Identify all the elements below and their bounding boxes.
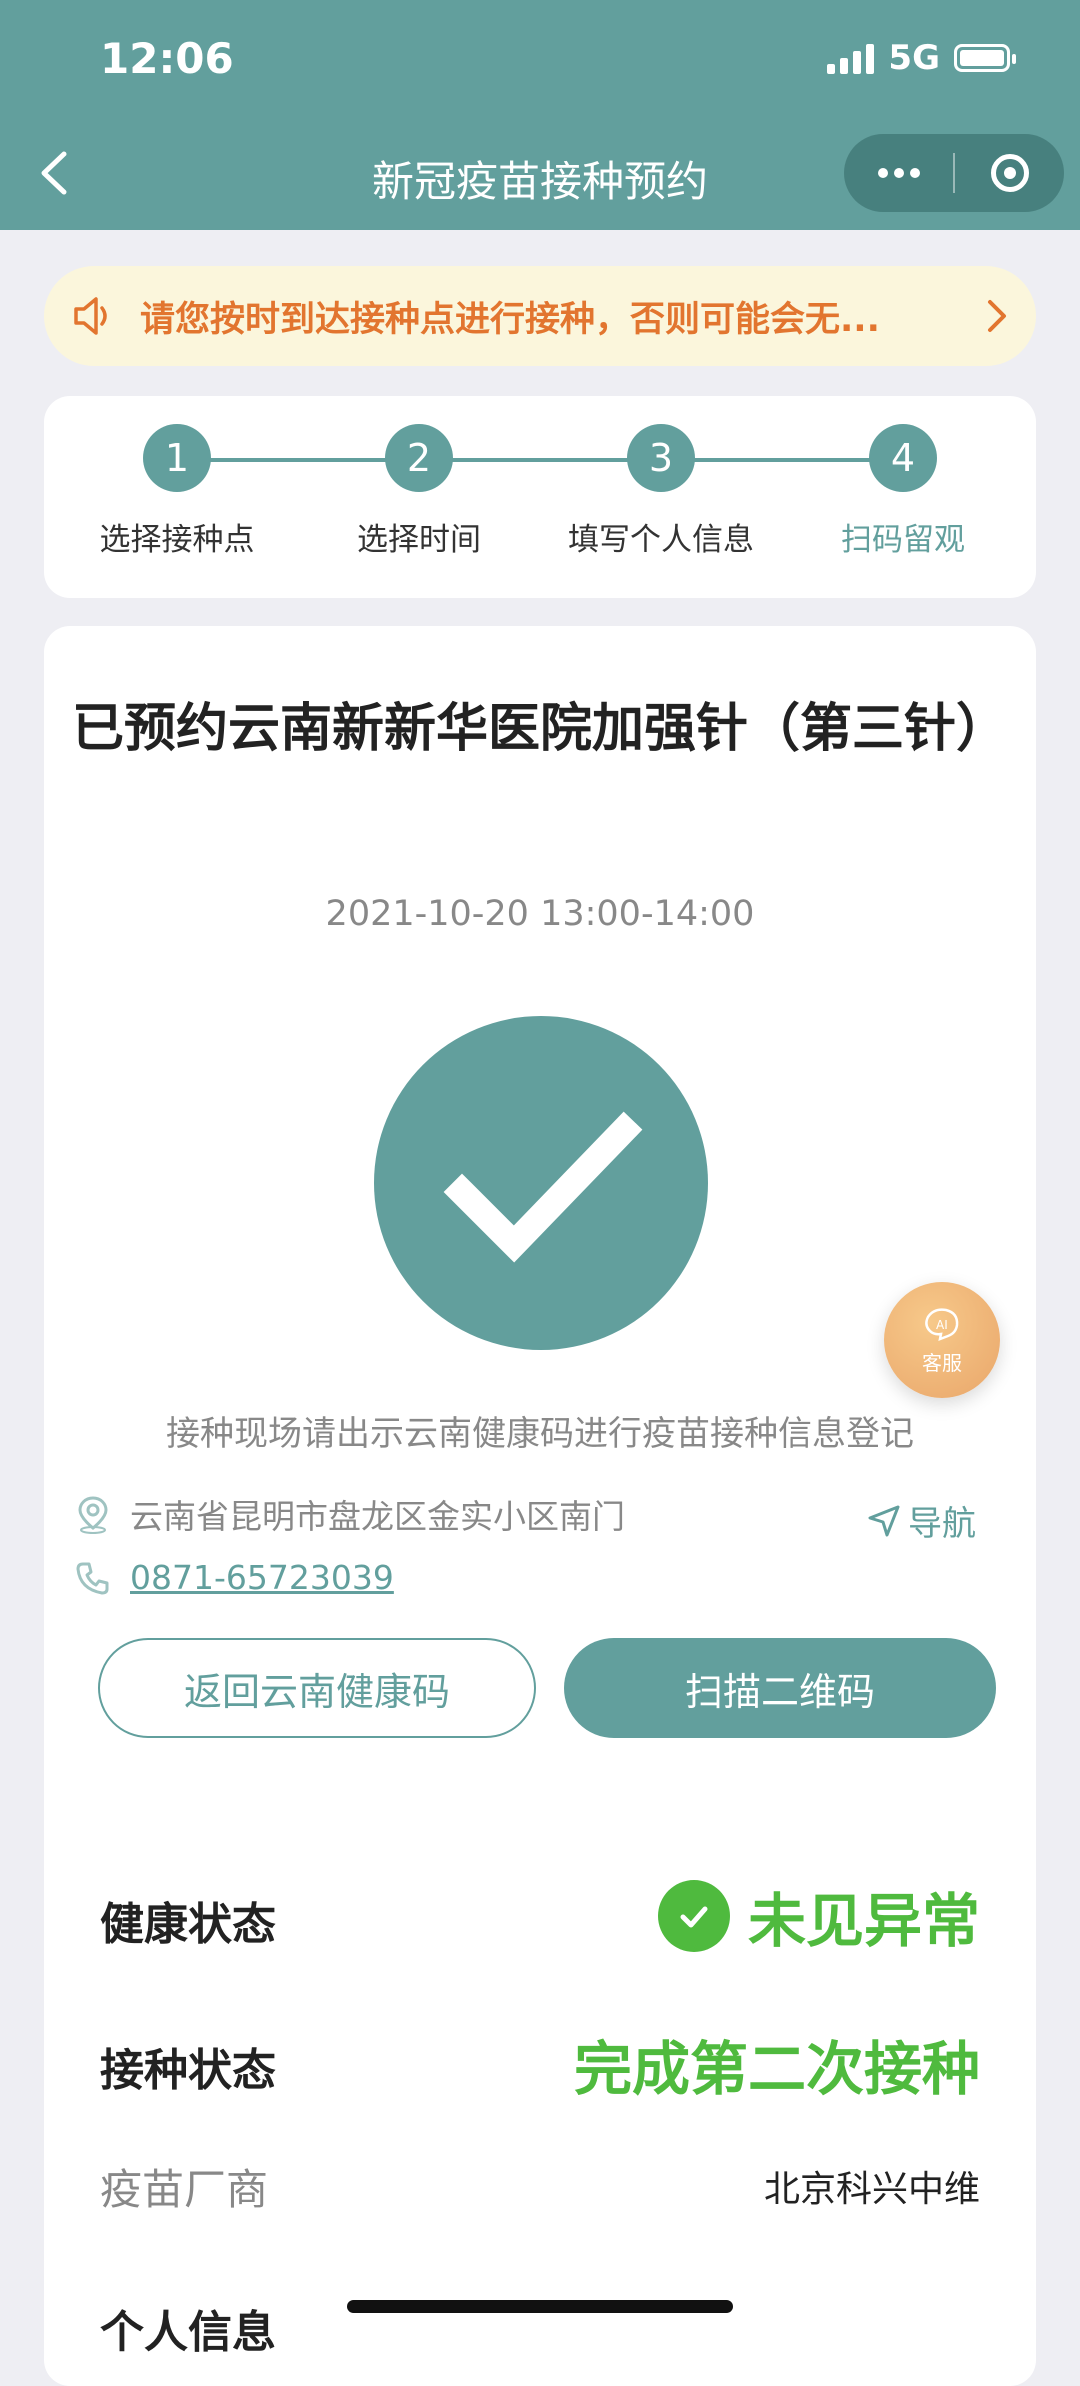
chevron-right-icon: [988, 300, 1006, 332]
navigation-arrow-icon: [868, 1505, 900, 1536]
step-label: 选择接种点: [99, 522, 255, 558]
health-status-text: 未见异常: [747, 1887, 980, 1955]
mini-program-capsule: [844, 134, 1064, 212]
signal-icon: [827, 42, 875, 74]
check-circle-icon: [657, 1880, 730, 1952]
home-indicator: [347, 2300, 733, 2313]
more-button[interactable]: [844, 134, 953, 212]
step-label: 扫码留观: [841, 522, 965, 558]
step-number: 2: [385, 424, 453, 492]
ai-badge-text: AI: [936, 1318, 948, 1332]
speaker-icon: [74, 297, 107, 335]
success-check-icon: [374, 1016, 708, 1350]
app-header: 12:06 5G 新冠疫苗接种预约: [0, 0, 1080, 230]
step-label: 填写个人信息: [568, 522, 754, 558]
step-label: 选择时间: [357, 522, 481, 558]
navigate-link[interactable]: 导航: [866, 1496, 976, 1545]
target-icon: [990, 154, 1029, 192]
manufacturer-value: 北京科兴中维: [763, 2169, 980, 2210]
vaccination-status-label: 接种状态: [100, 2045, 276, 2096]
manufacturer-label: 疫苗厂商: [100, 2165, 269, 2214]
step-1: 1 选择接种点: [57, 424, 297, 559]
step-2: 2 选择时间: [299, 424, 539, 559]
health-status-value: 未见异常: [657, 1874, 980, 1958]
status-time: 12:06: [100, 34, 234, 83]
location-pin-icon: [78, 1496, 108, 1534]
appointment-card: 已预约云南新新华医院加强针（第三针） 2021-10-20 13:00-14:0…: [44, 626, 1036, 2386]
registration-hint: 接种现场请出示云南健康码进行疫苗接种信息登记: [166, 1414, 914, 1454]
step-number: 3: [627, 424, 695, 492]
phone-icon: [76, 1562, 109, 1594]
appointment-title: 已预约云南新新华医院加强针（第三针）: [71, 699, 1008, 759]
network-label: 5G: [888, 38, 940, 78]
ai-service-label: 客服: [922, 1350, 962, 1375]
ai-customer-service-button[interactable]: AI 客服: [884, 1282, 1000, 1398]
close-miniprogram-button[interactable]: [955, 134, 1064, 212]
status-icons: 5G: [827, 38, 1016, 78]
step-4: 4 扫码留观: [783, 424, 1023, 559]
address-text: 云南省昆明市盘龙区金实小区南门: [130, 1497, 625, 1536]
appointment-time: 2021-10-20 13:00-14:00: [325, 894, 755, 934]
personal-info-title: 个人信息: [100, 2307, 276, 2358]
ai-assistant-icon: AI: [925, 1307, 959, 1341]
health-status-label: 健康状态: [100, 1899, 276, 1950]
address-row: 云南省昆明市盘龙区金实小区南门: [74, 1490, 625, 1538]
step-3: 3 填写个人信息: [541, 424, 781, 559]
battery-icon: [954, 44, 1016, 72]
phone-row: 0871-65723039: [74, 1558, 394, 1597]
step-number: 4: [869, 424, 937, 492]
scan-qr-button[interactable]: 扫描二维码: [564, 1638, 996, 1738]
notice-text: 请您按时到达接种点进行接种，否则可能会无...: [140, 299, 880, 340]
progress-steps: 1 选择接种点 2 选择时间 3 填写个人信息 4 扫码留观: [44, 396, 1036, 598]
notice-bar[interactable]: 请您按时到达接种点进行接种，否则可能会无...: [44, 266, 1036, 366]
vaccination-status-value: 完成第二次接种: [573, 2035, 980, 2103]
more-dots-icon: [877, 168, 920, 178]
back-to-health-code-button[interactable]: 返回云南健康码: [98, 1638, 536, 1738]
step-number: 1: [143, 424, 211, 492]
phone-link[interactable]: 0871-65723039: [130, 1558, 394, 1597]
navigate-label: 导航: [908, 1504, 976, 1544]
